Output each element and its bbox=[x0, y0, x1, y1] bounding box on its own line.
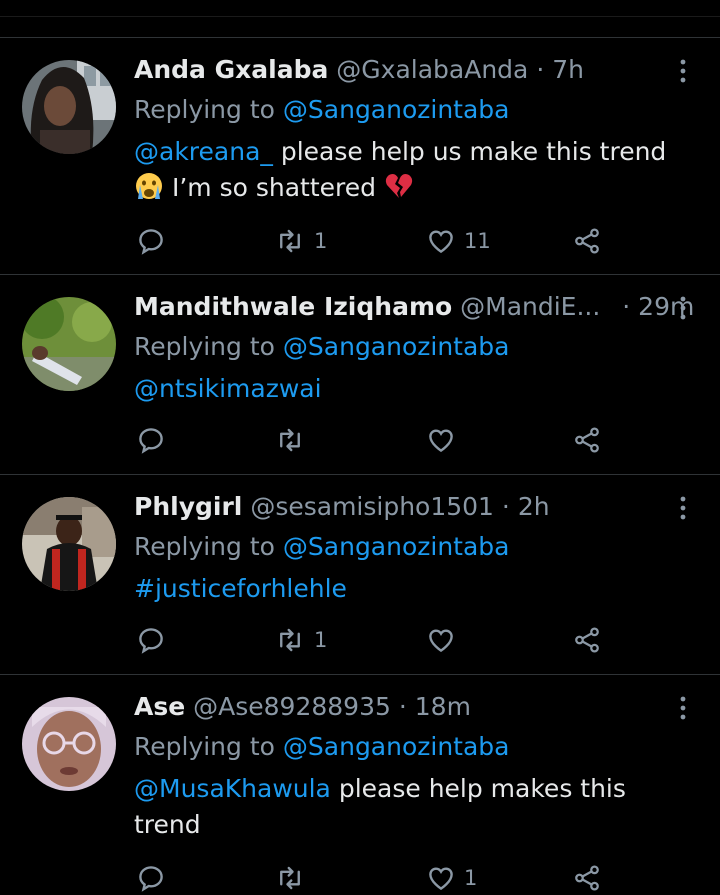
tweet-text: #justiceforhlehle bbox=[134, 571, 694, 607]
separator-dot: · bbox=[501, 492, 510, 521]
retweet-button[interactable] bbox=[274, 423, 314, 457]
display-name[interactable]: Anda Gxalaba bbox=[134, 55, 328, 84]
timestamp[interactable]: 2h bbox=[518, 492, 550, 521]
like-button[interactable] bbox=[426, 623, 464, 657]
tweet-header: Ase @Ase89288935 · 18m bbox=[134, 691, 674, 723]
hashtag-link[interactable]: #justiceforhlehle bbox=[134, 574, 347, 603]
username[interactable]: @sesamisipho1501 bbox=[250, 492, 494, 521]
tweet-actions: 1 11 bbox=[134, 224, 614, 258]
tweet-text-line: please help makes this bbox=[330, 774, 626, 803]
retweet-count: 1 bbox=[314, 229, 328, 253]
like-count: 1 bbox=[464, 866, 478, 890]
tweet-text: @akreana_ please help us make this trend… bbox=[134, 134, 694, 206]
username[interactable]: @Ase89288935 bbox=[193, 692, 391, 721]
avatar[interactable] bbox=[22, 297, 116, 391]
separator-dot: · bbox=[398, 692, 407, 721]
timestamp[interactable]: 7h bbox=[552, 55, 584, 84]
crying-face-emoji bbox=[134, 171, 164, 201]
share-icon bbox=[575, 427, 599, 453]
like-icon bbox=[429, 629, 453, 653]
like-icon bbox=[429, 230, 453, 254]
tweet-text: @MusaKhawula please help makes this tren… bbox=[134, 771, 694, 843]
retweet-icon bbox=[280, 229, 300, 253]
tweet-text-line: please help us make this trend bbox=[272, 137, 667, 166]
reply-icon bbox=[139, 628, 163, 654]
share-button[interactable] bbox=[572, 423, 602, 457]
more-options-icon[interactable] bbox=[668, 693, 698, 723]
avatar[interactable] bbox=[22, 60, 116, 154]
reply-button[interactable] bbox=[136, 623, 166, 657]
replying-to-label: Replying to bbox=[134, 532, 275, 561]
more-options-icon[interactable] bbox=[668, 493, 698, 523]
avatar[interactable] bbox=[22, 497, 116, 591]
divider bbox=[0, 16, 720, 17]
tweet-text: @ntsikimazwai bbox=[134, 371, 694, 407]
share-icon bbox=[575, 865, 599, 891]
retweet-icon bbox=[280, 628, 300, 652]
reply-button[interactable] bbox=[136, 423, 166, 457]
replying-to-link[interactable]: @Sanganozintaba bbox=[283, 95, 510, 124]
avatar[interactable] bbox=[22, 697, 116, 791]
top-divider-area bbox=[0, 0, 720, 38]
replying-to-line: Replying to @Sanganozintaba bbox=[134, 731, 510, 763]
retweet-button[interactable]: 1 bbox=[274, 623, 327, 657]
reply-icon bbox=[139, 229, 163, 255]
share-icon bbox=[575, 228, 599, 254]
mention-link[interactable]: @MusaKhawula bbox=[134, 774, 331, 803]
username[interactable]: @MandiE... bbox=[460, 292, 600, 321]
tweet-text-line: trend bbox=[134, 810, 201, 839]
reply-icon bbox=[139, 866, 163, 892]
timestamp[interactable]: 18m bbox=[415, 692, 471, 721]
tweet-header: Anda Gxalaba @GxalabaAnda · 7h bbox=[134, 54, 674, 86]
separator-dot: · bbox=[622, 292, 631, 321]
mention-link[interactable]: @ntsikimazwai bbox=[134, 374, 322, 403]
reply-icon bbox=[139, 428, 163, 454]
separator-dot: · bbox=[536, 55, 545, 84]
broken-heart-emoji bbox=[384, 171, 414, 201]
like-icon bbox=[429, 867, 453, 891]
replying-to-label: Replying to bbox=[134, 732, 275, 761]
share-icon bbox=[575, 627, 599, 653]
tweet-reply[interactable]: Anda Gxalaba @GxalabaAnda · 7h Replying … bbox=[0, 38, 720, 275]
display-name[interactable]: Mandithwale Iziqhamo bbox=[134, 292, 452, 321]
tweet-actions bbox=[134, 423, 614, 457]
tweet-header: Phlygirl @sesamisipho1501 · 2h bbox=[134, 491, 674, 523]
username[interactable]: @GxalabaAnda bbox=[336, 55, 528, 84]
like-icon bbox=[429, 429, 453, 453]
display-name[interactable]: Ase bbox=[134, 692, 185, 721]
replying-to-link[interactable]: @Sanganozintaba bbox=[283, 532, 510, 561]
replying-to-line: Replying to @Sanganozintaba bbox=[134, 94, 510, 126]
tweet-reply[interactable]: Mandithwale Iziqhamo @MandiE... · 29m Re… bbox=[0, 275, 720, 475]
retweet-button[interactable]: 1 bbox=[274, 224, 327, 258]
retweet-icon bbox=[280, 866, 300, 890]
tweet-header: Mandithwale Iziqhamo @MandiE... · 29m bbox=[134, 291, 694, 323]
like-button[interactable] bbox=[426, 423, 464, 457]
share-button[interactable] bbox=[572, 623, 602, 657]
replying-to-line: Replying to @Sanganozintaba bbox=[134, 531, 510, 563]
tweet-reply[interactable]: Phlygirl @sesamisipho1501 · 2h Replying … bbox=[0, 475, 720, 675]
tweet-reply[interactable]: Ase @Ase89288935 · 18m Replying to @Sang… bbox=[0, 675, 720, 892]
like-count: 11 bbox=[464, 229, 491, 253]
replying-to-link[interactable]: @Sanganozintaba bbox=[283, 732, 510, 761]
replying-to-label: Replying to bbox=[134, 332, 275, 361]
retweet-count: 1 bbox=[314, 628, 328, 652]
mention-link[interactable]: @akreana_ bbox=[134, 137, 273, 166]
retweet-icon bbox=[280, 428, 300, 452]
reply-button[interactable] bbox=[136, 224, 166, 258]
display-name[interactable]: Phlygirl bbox=[134, 492, 242, 521]
tweet-actions: 1 bbox=[134, 623, 614, 657]
more-options-icon[interactable] bbox=[668, 293, 698, 323]
replying-to-label: Replying to bbox=[134, 95, 275, 124]
share-button[interactable] bbox=[572, 224, 602, 258]
like-button[interactable]: 11 bbox=[426, 224, 491, 258]
replying-to-link[interactable]: @Sanganozintaba bbox=[283, 332, 510, 361]
replying-to-line: Replying to @Sanganozintaba bbox=[134, 331, 510, 363]
more-options-icon[interactable] bbox=[668, 56, 698, 86]
tweet-text-line: I’m so shattered bbox=[164, 173, 384, 202]
